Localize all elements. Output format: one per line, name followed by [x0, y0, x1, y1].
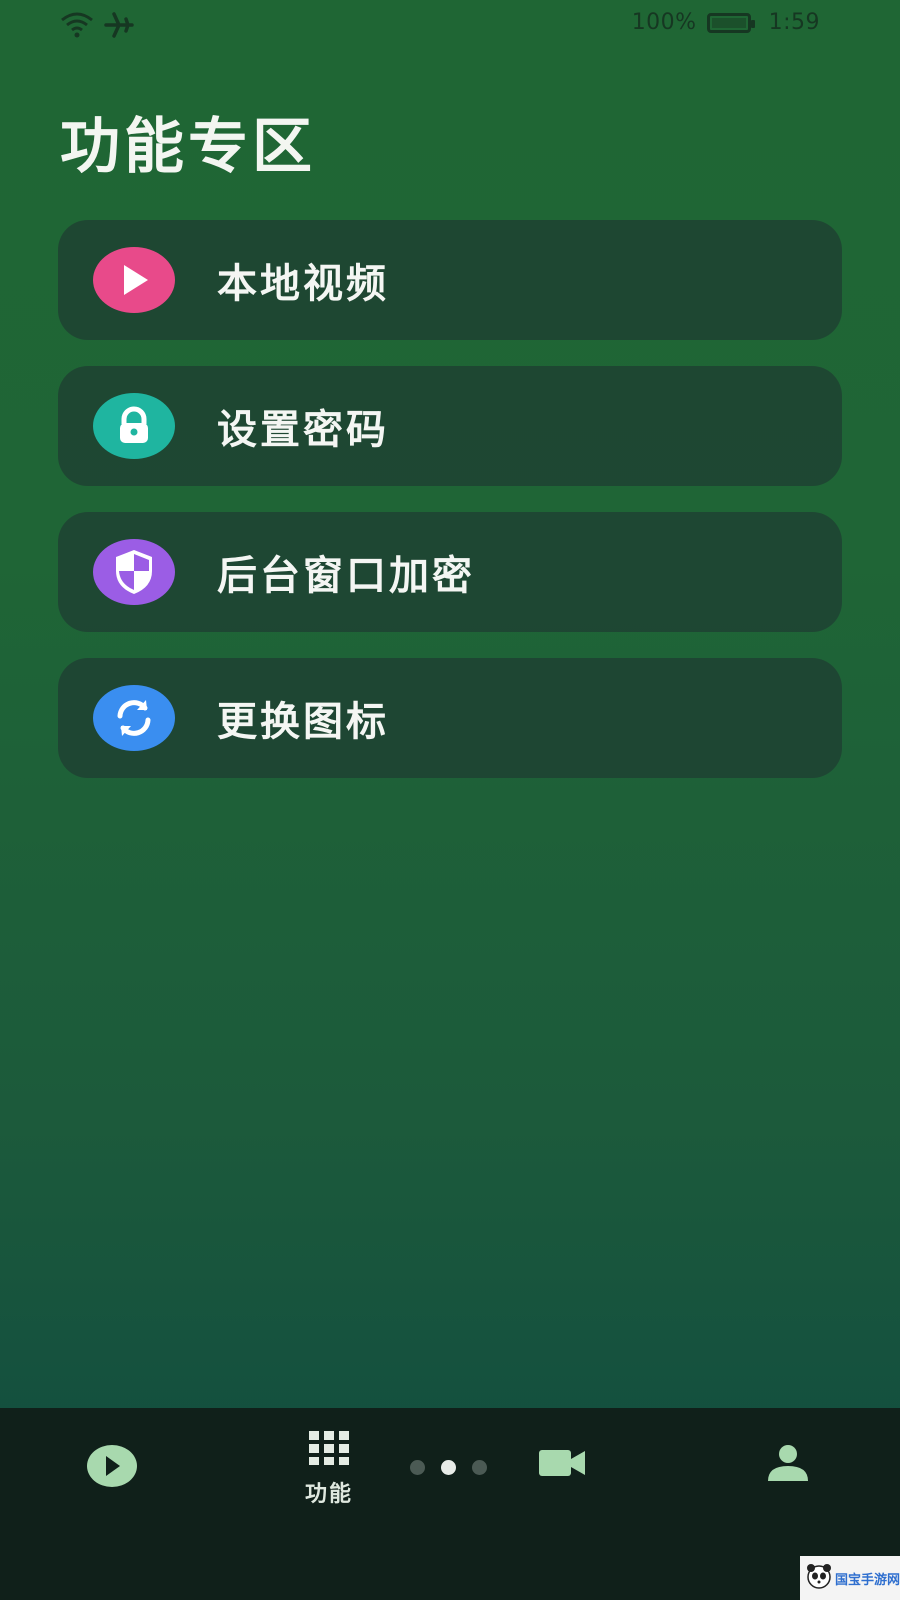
feature-label: 设置密码 [217, 407, 389, 453]
feature-set-password[interactable]: 设置密码 [58, 366, 842, 486]
page-dot [410, 1460, 425, 1475]
battery-percent: 100% [631, 10, 697, 35]
nav-label-features: 功能 [305, 1482, 354, 1507]
page-dot [472, 1460, 487, 1475]
shield-icon [93, 539, 175, 605]
status-right: 100% 1:59 [632, 10, 820, 35]
page-title: 功能专区 [60, 112, 316, 182]
page-indicator [410, 1460, 487, 1475]
nav-item-features[interactable]: 功能 [305, 1430, 353, 1508]
status-left [60, 12, 134, 44]
panda-logo-icon [806, 1563, 832, 1593]
refresh-icon [93, 685, 175, 751]
nav-item-play[interactable] [86, 1444, 138, 1492]
grid-icon [307, 1430, 351, 1470]
clock: 1:59 [768, 10, 820, 35]
feature-label: 本地视频 [217, 261, 389, 307]
video-camera-icon [538, 1448, 586, 1482]
play-circle-icon [86, 1444, 138, 1492]
feature-label: 更换图标 [217, 699, 389, 745]
lock-icon [93, 393, 175, 459]
airplane-icon [104, 12, 134, 44]
person-icon [766, 1444, 810, 1486]
feature-label: 后台窗口加密 [217, 553, 475, 599]
nav-item-camera[interactable] [538, 1448, 586, 1482]
watermark: 国宝手游网 [800, 1556, 900, 1600]
play-icon [93, 247, 175, 313]
page-dot-active [441, 1460, 456, 1475]
nav-item-profile[interactable] [766, 1444, 810, 1486]
wifi-icon [60, 12, 94, 44]
bottom-nav: 功能 [0, 1408, 900, 1600]
battery-icon [706, 12, 755, 33]
feature-background-window-encrypt[interactable]: 后台窗口加密 [58, 512, 842, 632]
feature-change-icon[interactable]: 更换图标 [58, 658, 842, 778]
feature-local-video[interactable]: 本地视频 [58, 220, 842, 340]
watermark-text: 国宝手游网 [835, 1572, 900, 1588]
status-bar: 100% 1:59 [0, 0, 900, 52]
app-screen: 100% 1:59 功能专区 本地视频 设置密码 后台窗口加密 更换图标 功能 … [0, 0, 900, 1600]
